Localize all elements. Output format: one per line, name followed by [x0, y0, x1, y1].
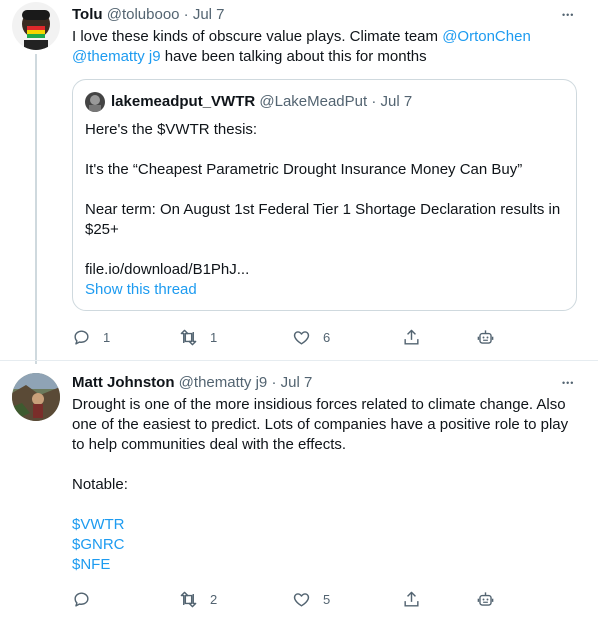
- tweet-matt-johnston[interactable]: Matt Johnston @thematty j9 · Jul 7 ••• D…: [0, 361, 598, 627]
- quote-line: It's the “Cheapest Parametric Drought In…: [85, 161, 523, 178]
- reply-button[interactable]: 1: [72, 327, 110, 347]
- display-name[interactable]: Matt Johnston: [72, 374, 175, 391]
- quote-header: lakemeadput_VWTR @LakeMeadPut · Jul 7: [111, 92, 412, 112]
- separator: ·: [183, 6, 189, 23]
- reply-button[interactable]: [72, 589, 103, 609]
- tweet-text-b: have been talking about this for months: [160, 48, 427, 65]
- cashtag-vwtr[interactable]: $VWTR: [72, 515, 587, 535]
- tweet-date[interactable]: Jul 7: [193, 6, 225, 23]
- share-icon: [404, 329, 419, 345]
- retweet-button[interactable]: 1: [179, 327, 217, 347]
- quote-line: $25+: [85, 221, 119, 238]
- user-handle[interactable]: @tolubooo: [107, 6, 180, 23]
- more-icon[interactable]: •••: [562, 378, 574, 388]
- avatar[interactable]: [12, 2, 60, 50]
- quote-separator: ·: [371, 93, 377, 110]
- retweet-count: 1: [210, 329, 218, 345]
- bot-icon: [477, 329, 494, 344]
- bot-button[interactable]: [476, 327, 495, 347]
- tweet-date[interactable]: Jul 7: [281, 374, 313, 391]
- share-button[interactable]: [402, 589, 421, 609]
- tweet-header: Matt Johnston @thematty j9 · Jul 7: [72, 373, 312, 393]
- quote-link: file.io/download/B1PhJ...: [85, 261, 250, 278]
- mention-ortonchen[interactable]: @OrtonChen: [442, 28, 531, 45]
- quote-handle: @LakeMeadPut: [259, 93, 368, 110]
- quote-line: Near term: On August 1st Federal Tier 1 …: [85, 201, 561, 218]
- quote-display-name: lakemeadput_VWTR: [111, 93, 256, 110]
- tweet-line: one of the easiest to predict. Lots of c…: [72, 416, 569, 433]
- reply-icon: [74, 329, 89, 345]
- notable-label: Notable:: [72, 476, 128, 493]
- avatar[interactable]: [12, 373, 60, 421]
- like-icon: [293, 592, 310, 607]
- bot-icon: [477, 591, 494, 606]
- quote-date: Jul 7: [380, 93, 413, 110]
- quoted-tweet[interactable]: lakemeadput_VWTR @LakeMeadPut · Jul 7 He…: [72, 79, 577, 311]
- user-handle[interactable]: @thematty j9: [179, 374, 268, 391]
- reply-count: 1: [103, 329, 111, 345]
- retweet-icon: [180, 591, 197, 607]
- cashtag-nfe[interactable]: $NFE: [72, 555, 587, 575]
- cashtag-gnrc[interactable]: $GNRC: [72, 535, 587, 555]
- tweet-line: Drought is one of the more insidious for…: [72, 396, 566, 413]
- quote-text: Here's the $VWTR thesis: It's the “Cheap…: [85, 120, 565, 280]
- tweet-tolu[interactable]: Tolu @tolubooo · Jul 7 ••• I love these …: [0, 0, 598, 364]
- reply-icon: [74, 591, 89, 607]
- show-thread-link[interactable]: Show this thread: [85, 280, 197, 300]
- display-name[interactable]: Tolu: [72, 6, 103, 23]
- tweet-actions: 2 5: [72, 589, 582, 609]
- mention-thematty j9[interactable]: @thematty j9: [72, 48, 161, 65]
- tweet-line: to help communities deal with the effect…: [72, 436, 347, 453]
- tweet-text: I love these kinds of obscure value play…: [72, 27, 582, 67]
- tweet-text: Drought is one of the more insidious for…: [72, 395, 587, 575]
- share-button[interactable]: [402, 327, 421, 347]
- like-button[interactable]: 6: [292, 327, 330, 347]
- tweet-header: Tolu @tolubooo · Jul 7: [72, 5, 225, 25]
- quote-line: Here's the $VWTR thesis:: [85, 121, 258, 138]
- like-count: 5: [323, 591, 331, 607]
- tweet-text-a: I love these kinds of obscure value play…: [72, 28, 443, 45]
- bot-button[interactable]: [476, 589, 495, 609]
- like-button[interactable]: 5: [292, 589, 330, 609]
- share-icon: [404, 591, 419, 607]
- tweet-actions: 1 1 6: [72, 327, 582, 347]
- thread-line: [35, 54, 37, 364]
- retweet-button[interactable]: 2: [179, 589, 217, 609]
- more-icon[interactable]: •••: [562, 10, 574, 20]
- retweet-count: 2: [210, 591, 218, 607]
- separator: ·: [271, 374, 277, 391]
- quote-avatar: [85, 92, 105, 112]
- retweet-icon: [180, 329, 197, 345]
- like-count: 6: [323, 329, 331, 345]
- like-icon: [293, 330, 310, 345]
